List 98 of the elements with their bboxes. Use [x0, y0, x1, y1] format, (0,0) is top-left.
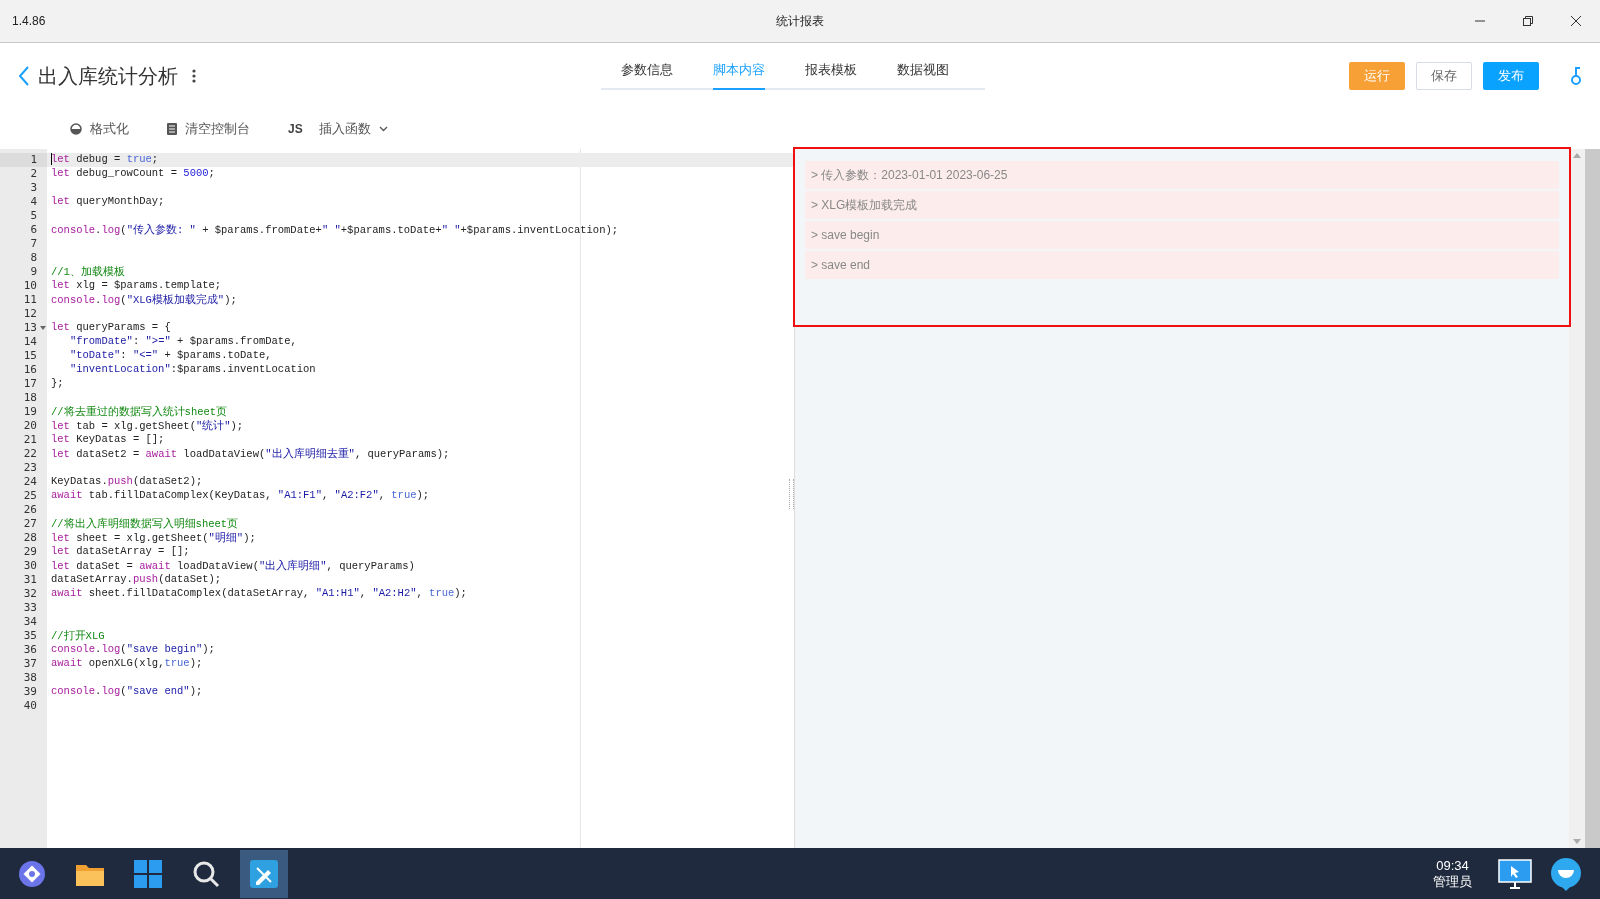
tab[interactable]: 数据视图: [897, 57, 949, 90]
code-line: //1、加载模板: [50, 265, 126, 279]
code-line: let queryMonthDay;: [50, 195, 166, 209]
line-number: 38: [22, 671, 38, 685]
user-name: 管理员: [1433, 873, 1472, 890]
line-number: 20: [22, 419, 38, 433]
code-line: //打开XLG: [50, 629, 106, 643]
code-line: let dataSet2 = await loadDataView("出入库明细去重", queryParams);: [50, 447, 451, 461]
code-line: console.log("传入参数: " + $params.fromDate+" "+$params.toDate+" "+$params.inventLocation);: [50, 223, 620, 237]
code-line: KeyDatas.push(dataSet2);: [50, 475, 204, 489]
line-number: 27: [22, 517, 38, 531]
code-line: //将出入库明细数据写入明细sheet页: [50, 517, 240, 531]
tab[interactable]: 参数信息: [621, 57, 673, 90]
line-number: 26: [22, 503, 38, 517]
code-line: await sheet.fillDataComplex(dataSetArray, "A1:H1", "A2:H2", true);: [50, 587, 468, 601]
line-number: 7: [29, 237, 38, 251]
code-line: let dataSetArray = [];: [50, 545, 191, 559]
console-message: > save begin: [805, 221, 1559, 249]
console-message: > save end: [805, 251, 1559, 279]
half-circle-icon: [70, 123, 82, 135]
code-line: "fromDate": ">=" + $params.fromDate,: [68, 335, 298, 349]
line-number: 17: [22, 377, 38, 391]
line-number: 29: [22, 545, 38, 559]
clock-time: 09:34: [1436, 857, 1469, 874]
line-number: 2: [29, 167, 38, 181]
code-line: console.log("XLG模板加载完成");: [50, 293, 238, 307]
line-number: 36: [22, 643, 38, 657]
line-number: 8: [29, 251, 38, 265]
code-line: "toDate": "<=" + $params.toDate,: [68, 349, 273, 363]
windows-icon: [134, 859, 162, 888]
code-line: let debug_rowCount = 5000;: [50, 167, 216, 181]
line-number: 18: [22, 391, 38, 405]
line-number: 24: [22, 475, 38, 489]
line-number: 25: [22, 489, 38, 503]
code-line: console.log("save end");: [50, 685, 204, 699]
code-line: let dataSet = await loadDataView("出入库明细", queryParams): [50, 559, 416, 573]
window-title: 统计报表: [776, 12, 824, 30]
pencil-ruler-icon: [250, 859, 278, 888]
line-number: 9: [29, 265, 38, 279]
line-number: 3: [29, 181, 38, 195]
tab[interactable]: 报表模板: [805, 57, 857, 90]
code-line: let KeyDatas = [];: [50, 433, 166, 447]
search-icon: [192, 859, 220, 888]
code-line: await openXLG(xlg,true);: [50, 657, 204, 671]
line-number: 40: [22, 699, 38, 713]
line-number: 33: [22, 601, 38, 615]
key-button[interactable]: [1570, 66, 1582, 86]
code-line: let tab = xlg.getSheet("统计");: [50, 419, 245, 433]
line-number: 15: [22, 349, 38, 363]
code-line: "inventLocation":$params.inventLocation: [68, 363, 317, 377]
code-line: //将去重过的数据写入统计sheet页: [50, 405, 229, 419]
line-number: 6: [29, 223, 38, 237]
line-number: 34: [22, 615, 38, 629]
console-message: > 传入参数：2023-01-01 2023-06-25: [805, 161, 1559, 189]
line-number: 5: [29, 209, 38, 223]
line-number: 22: [22, 447, 38, 461]
line-number: 23: [22, 461, 38, 475]
launcher-icon: [17, 858, 47, 889]
code-line: let queryParams = {: [50, 321, 172, 335]
line-number: 11: [22, 293, 38, 307]
line-number: 1: [0, 153, 47, 167]
line-number: 32: [22, 587, 38, 601]
page-title: 出入库统计分析: [38, 63, 178, 89]
line-number: 13: [0, 321, 47, 335]
toolbar-button[interactable]: 清空控制台: [167, 120, 250, 138]
fold-icon[interactable]: [40, 326, 46, 330]
code-line: console.log("save begin");: [50, 643, 216, 657]
code-line: let xlg = $params.template;: [50, 279, 223, 293]
console-message: > XLG模板加载完成: [805, 191, 1559, 219]
code-line: dataSetArray.push(dataSet);: [50, 573, 223, 587]
toolbar-button[interactable]: 格式化: [70, 120, 129, 138]
line-number: 16: [22, 363, 38, 377]
line-number: 4: [29, 195, 38, 209]
code-line: let sheet = xlg.getSheet("明细");: [50, 531, 257, 545]
line-number: 37: [22, 657, 38, 671]
line-number: 21: [22, 433, 38, 447]
toolbar-button[interactable]: JS 插入函数: [288, 120, 388, 138]
document-icon: [167, 123, 177, 135]
line-number: 14: [22, 335, 38, 349]
line-number: 19: [22, 405, 38, 419]
js-label: JS: [288, 122, 303, 136]
line-number: 31: [22, 573, 38, 587]
close-icon: [1570, 15, 1582, 27]
splitter-handle[interactable]: [789, 479, 794, 509]
version-label: 1.4.86: [12, 14, 46, 28]
restore-icon: [1522, 15, 1534, 27]
line-number: 39: [22, 685, 38, 699]
back-button[interactable]: [18, 66, 30, 86]
code-line: };: [50, 377, 65, 391]
save-button[interactable]: 保存: [1416, 62, 1472, 90]
kebab-icon: [192, 69, 196, 83]
line-number: 10: [22, 279, 38, 293]
code-line: await tab.fillDataComplex(KeyDatas, "A1:F1", "A2:F2", true);: [50, 489, 431, 503]
line-number: 12: [22, 307, 38, 321]
taskbar-app[interactable]: [240, 849, 288, 898]
line-number: 30: [22, 559, 38, 573]
line-number: 35: [22, 629, 38, 643]
line-number: 28: [22, 531, 38, 545]
